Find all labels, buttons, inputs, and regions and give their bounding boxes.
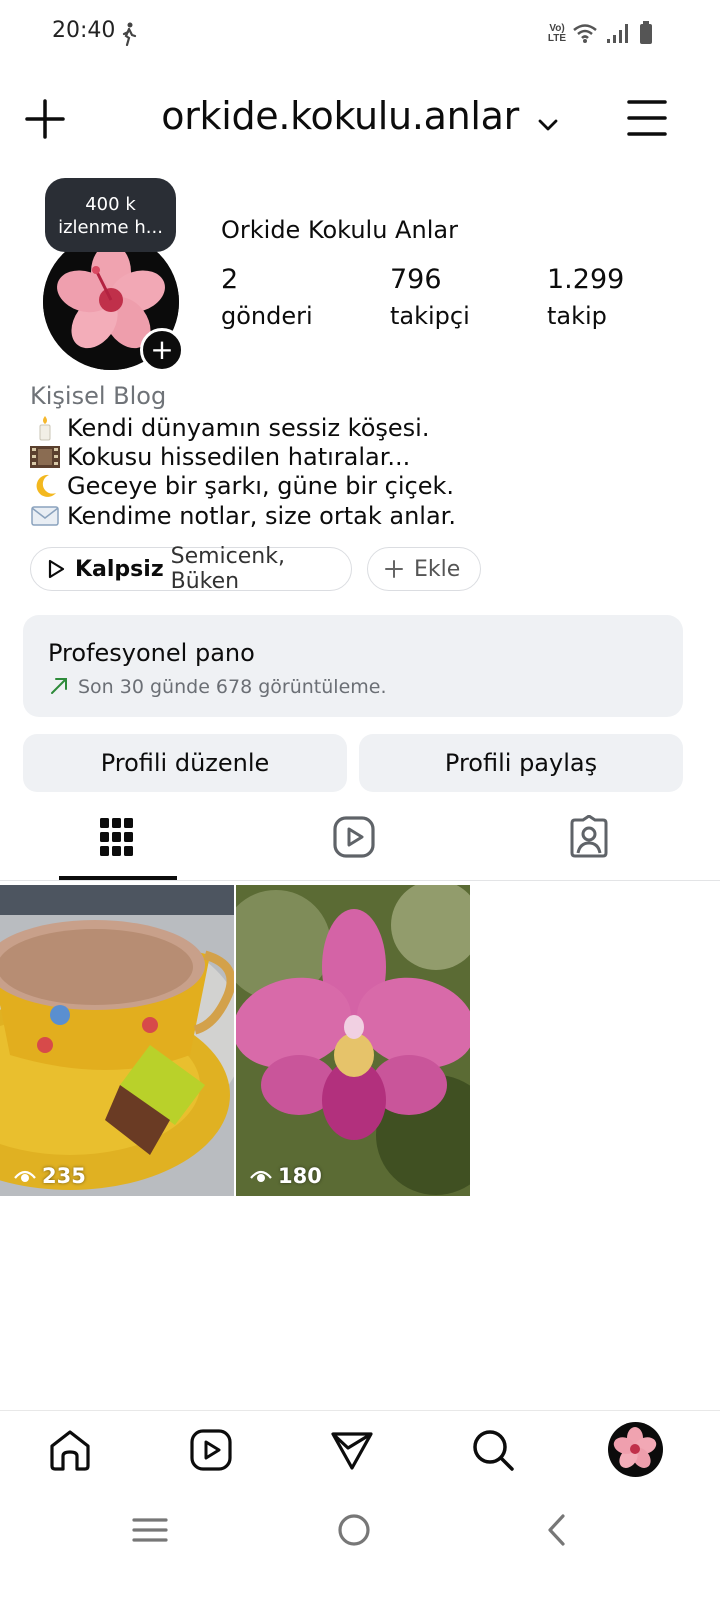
tab-tagged[interactable] [567, 814, 611, 859]
nav-search[interactable] [469, 1426, 517, 1474]
coffee-image [0, 885, 234, 1196]
bio-line: Geceye bir şarkı, güne bir çiçek. [30, 472, 454, 500]
back-chevron-icon [548, 1514, 565, 1546]
reels-icon [190, 1429, 232, 1471]
trend-arrow-icon [50, 677, 68, 700]
display-name: Orkide Kokulu Anlar [221, 216, 458, 244]
nav-reels[interactable] [187, 1426, 235, 1474]
post-thumbnail[interactable]: 180 [236, 885, 470, 1196]
add-story-button[interactable]: + [140, 328, 184, 372]
orchid-image [236, 885, 470, 1196]
envelope-icon [30, 503, 60, 529]
home-button[interactable] [330, 1508, 378, 1552]
home-circle-icon [338, 1514, 370, 1546]
category-label: Kişisel Blog [30, 382, 167, 410]
candle-icon [30, 415, 60, 441]
bio-line: Kendime notlar, size ortak anlar. [30, 502, 456, 530]
share-profile-button[interactable]: Profili paylaş [359, 734, 683, 792]
reels-icon [333, 816, 375, 858]
home-icon [50, 1430, 90, 1471]
back-button[interactable] [533, 1508, 581, 1552]
volte-icon: Vo) LTE [547, 23, 567, 44]
walking-icon [120, 22, 138, 51]
tab-reels[interactable] [332, 815, 376, 859]
note-bubble[interactable]: 400 k izlenme h... [45, 178, 176, 252]
battery-icon [639, 21, 653, 50]
bio-text: Kendime notlar, size ortak anlar. [67, 502, 456, 530]
bio-text: Kokusu hissedilen hatıralar... [67, 443, 411, 471]
menu-button[interactable] [626, 98, 668, 138]
song-title: Kalpsiz [75, 556, 164, 582]
recents-icon [132, 1518, 168, 1542]
edit-profile-button[interactable]: Profili düzenle [23, 734, 347, 792]
avatar [613, 1427, 657, 1468]
dashboard-subtitle: Son 30 günde 678 görüntüleme. [78, 676, 387, 698]
plus-icon: + [150, 333, 174, 366]
bio-text: Kendi dünyamın sessiz köşesi. [67, 414, 430, 442]
eye-icon [14, 1168, 36, 1184]
crescent-moon-icon [30, 473, 60, 499]
bio-line: Kokusu hissedilen hatıralar... [30, 443, 410, 471]
post-thumbnail[interactable]: 235 [0, 885, 234, 1196]
signal-icon [606, 22, 632, 49]
song-artists: Semicenk, Büken [170, 544, 285, 594]
wifi-icon [572, 22, 598, 49]
posts-label[interactable]: gönderi [221, 302, 313, 330]
bio-text: Geceye bir şarkı, güne bir çiçek. [67, 472, 455, 500]
account-switcher[interactable]: orkide.kokulu.anlar [0, 94, 720, 141]
bio-line: Kendi dünyamın sessiz köşesi. [30, 414, 429, 442]
profile-music-pill[interactable]: Kalpsiz Semicenk, Büken [30, 544, 352, 594]
tagged-person-icon [570, 814, 608, 858]
nav-messages[interactable] [328, 1426, 376, 1474]
nav-home[interactable] [46, 1426, 94, 1474]
add-link-button[interactable]: Ekle [367, 547, 481, 591]
note-line-1: 400 k [85, 194, 136, 215]
eye-icon [250, 1168, 272, 1184]
film-frames-icon [30, 444, 60, 470]
nav-profile[interactable] [608, 1422, 663, 1477]
recent-apps-button[interactable] [126, 1508, 174, 1552]
chevron-down-icon [537, 97, 559, 141]
nav-divider [0, 1410, 720, 1411]
following-count[interactable]: 1.299 [547, 264, 624, 295]
tab-grid[interactable] [98, 816, 138, 858]
followers-label[interactable]: takipçi [390, 302, 470, 330]
note-line-2: izlenme h... [58, 217, 163, 238]
add-label: Ekle [414, 556, 461, 582]
tab-divider [0, 880, 720, 881]
plus-icon [384, 559, 404, 579]
play-icon [47, 559, 65, 579]
followers-count[interactable]: 796 [390, 264, 442, 295]
username: orkide.kokulu.anlar [161, 94, 519, 138]
posts-count[interactable]: 2 [221, 264, 238, 295]
view-count: 235 [14, 1164, 86, 1188]
dashboard-title: Profesyonel pano [48, 639, 255, 667]
search-icon [473, 1430, 514, 1471]
following-label[interactable]: takip [547, 302, 607, 330]
paper-plane-icon [331, 1432, 373, 1470]
view-count: 180 [250, 1164, 322, 1188]
grid-icon [100, 818, 133, 856]
status-time: 20:40 [52, 18, 116, 43]
